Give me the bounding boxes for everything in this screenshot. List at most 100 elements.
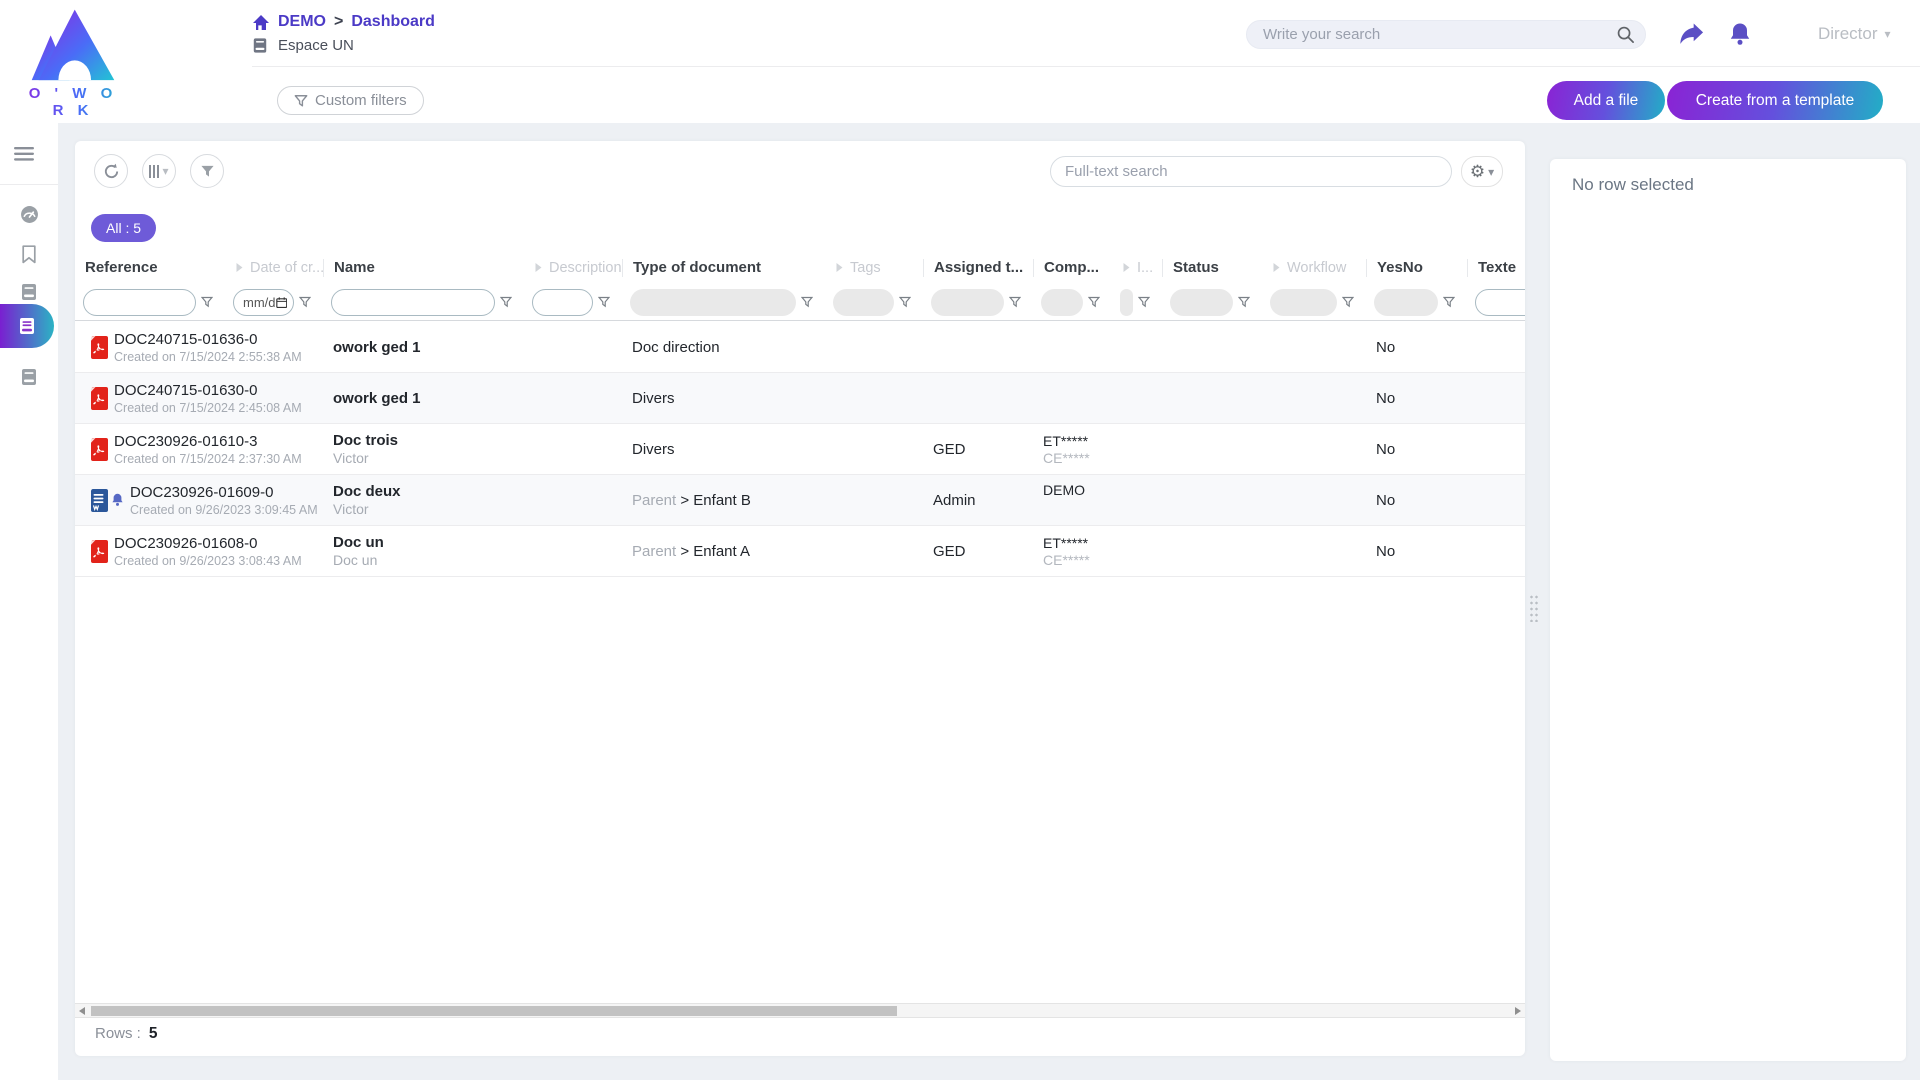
filter-company-disabled	[1041, 289, 1083, 316]
filter-name-input[interactable]	[331, 289, 495, 316]
doc-created: Created on 9/26/2023 3:08:43 AM	[114, 554, 302, 568]
filter-funnel-icon[interactable]	[1009, 296, 1021, 308]
breadcrumb-root[interactable]: DEMO	[278, 13, 326, 31]
user-role-menu[interactable]: Director ▾	[1818, 24, 1891, 44]
sidebar-item-archive[interactable]	[0, 358, 58, 396]
filter-tags-disabled	[833, 289, 894, 316]
filter-reference-input[interactable]	[83, 289, 196, 316]
doc-type: Doc direction	[632, 339, 720, 356]
filter-funnel-icon[interactable]	[598, 296, 610, 308]
filter-funnel-icon[interactable]	[899, 296, 911, 308]
book-icon	[252, 37, 268, 54]
doc-created: Created on 7/15/2024 2:55:38 AM	[114, 350, 302, 364]
column-header-type[interactable]: Type of document	[622, 259, 825, 277]
panel-resize-handle[interactable]	[1529, 594, 1539, 622]
user-role-label: Director	[1818, 24, 1878, 44]
column-header-description[interactable]: Description	[524, 259, 622, 277]
doc-reference: DOC230926-01609-0	[130, 484, 318, 501]
sidebar-item-documents-active[interactable]	[0, 304, 54, 348]
doc-company-sub: CE*****	[1043, 450, 1112, 466]
logo-mountain-icon	[30, 6, 116, 82]
pdf-file-icon	[89, 540, 108, 563]
column-header-assigned[interactable]: Assigned t...	[923, 259, 1033, 277]
doc-company: ET*****	[1043, 433, 1112, 449]
filter-yesno-disabled	[1374, 289, 1438, 316]
all-count-badge[interactable]: All : 5	[91, 214, 156, 242]
search-icon[interactable]	[1616, 25, 1635, 44]
app-logo[interactable]: O ' W O R K	[18, 6, 128, 119]
doc-type-parent: Parent	[632, 543, 676, 560]
sidebar-item-dashboard[interactable]	[0, 195, 58, 233]
chevron-down-icon: ▾	[162, 164, 168, 178]
global-search-input[interactable]	[1263, 26, 1616, 43]
filter-texte-input[interactable]	[1475, 289, 1525, 316]
column-header-reference[interactable]: Reference	[75, 259, 225, 277]
doc-yesno: No	[1366, 390, 1467, 407]
filter-funnel-icon[interactable]	[500, 296, 512, 308]
notifications-button[interactable]	[1728, 22, 1752, 50]
filter-funnel-icon[interactable]	[1443, 296, 1455, 308]
column-header-company[interactable]: Comp...	[1033, 259, 1112, 277]
chevron-down-icon: ▾	[1488, 165, 1494, 179]
filter-funnel-icon[interactable]	[1238, 296, 1250, 308]
rows-count-value: 5	[149, 1025, 158, 1043]
word-file-icon	[89, 489, 108, 512]
column-header-name[interactable]: Name	[323, 259, 524, 277]
horizontal-scrollbar[interactable]	[75, 1003, 1525, 1018]
doc-name-sub: Victor	[333, 501, 524, 517]
filter-funnel-icon[interactable]	[1342, 296, 1354, 308]
filter-funnel-icon[interactable]	[299, 296, 311, 308]
column-header-texte[interactable]: Texte	[1467, 259, 1525, 277]
filter-description-input[interactable]	[532, 289, 593, 316]
table-settings-button[interactable]: ⚙ ▾	[1461, 156, 1503, 187]
filters-button[interactable]	[190, 154, 224, 188]
scroll-left-arrow[interactable]	[79, 1007, 85, 1015]
create-from-template-button[interactable]: Create from a template	[1667, 81, 1883, 120]
doc-name-sub: Doc un	[333, 552, 524, 568]
doc-assigned: Admin	[923, 492, 1033, 509]
doc-reference: DOC240715-01630-0	[114, 382, 302, 399]
column-header-status[interactable]: Status	[1162, 259, 1262, 277]
column-header-date[interactable]: Date of cr...	[225, 259, 323, 277]
column-header-tags[interactable]: Tags	[825, 259, 923, 277]
doc-assigned: GED	[923, 441, 1033, 458]
filter-i-disabled	[1120, 289, 1133, 316]
filter-funnel-icon[interactable]	[1138, 296, 1150, 308]
custom-filters-button[interactable]: Custom filters	[277, 86, 424, 115]
filter-status-disabled	[1170, 289, 1233, 316]
doc-name: Doc un	[333, 534, 524, 551]
table-row[interactable]: DOC240715-01630-0Created on 7/15/2024 2:…	[75, 373, 1525, 424]
scrollbar-thumb[interactable]	[91, 1006, 897, 1016]
filter-assigned-disabled	[931, 289, 1004, 316]
share-button[interactable]	[1678, 22, 1705, 49]
filter-date-input[interactable]: mm/d	[233, 289, 294, 316]
doc-yesno: No	[1366, 441, 1467, 458]
chevron-right-icon	[835, 262, 844, 273]
alert-bell-icon	[111, 493, 124, 507]
home-icon[interactable]	[252, 14, 270, 31]
scroll-right-arrow[interactable]	[1515, 1007, 1521, 1015]
table-row[interactable]: DOC240715-01636-0Created on 7/15/2024 2:…	[75, 322, 1525, 373]
full-text-search-input[interactable]	[1065, 163, 1437, 180]
add-file-button[interactable]: Add a file	[1547, 81, 1665, 120]
table-row[interactable]: DOC230926-01609-0Created on 9/26/2023 3:…	[75, 475, 1525, 526]
filter-funnel-icon[interactable]	[801, 296, 813, 308]
column-header-workflow[interactable]: Workflow	[1262, 259, 1366, 277]
table-row[interactable]: DOC230926-01608-0Created on 9/26/2023 3:…	[75, 526, 1525, 577]
columns-button[interactable]: ▾	[142, 154, 176, 188]
filter-funnel-icon[interactable]	[1088, 296, 1100, 308]
filter-funnel-icon[interactable]	[201, 296, 213, 308]
doc-type: Divers	[632, 441, 675, 458]
column-header-i[interactable]: I...	[1112, 259, 1162, 277]
sidebar-item-bookmarks[interactable]	[0, 235, 58, 273]
column-header-yesno[interactable]: YesNo	[1366, 259, 1467, 277]
hamburger-icon	[14, 147, 34, 161]
sidebar-menu-toggle[interactable]	[0, 123, 58, 185]
breadcrumb: DEMO > Dashboard	[252, 13, 435, 31]
filter-funnel-icon	[294, 94, 308, 108]
refresh-button[interactable]	[94, 154, 128, 188]
doc-assigned: GED	[923, 543, 1033, 560]
chevron-down-icon: ▾	[1885, 27, 1891, 41]
breadcrumb-current[interactable]: Dashboard	[351, 13, 435, 31]
table-row[interactable]: DOC230926-01610-3Created on 7/15/2024 2:…	[75, 424, 1525, 475]
